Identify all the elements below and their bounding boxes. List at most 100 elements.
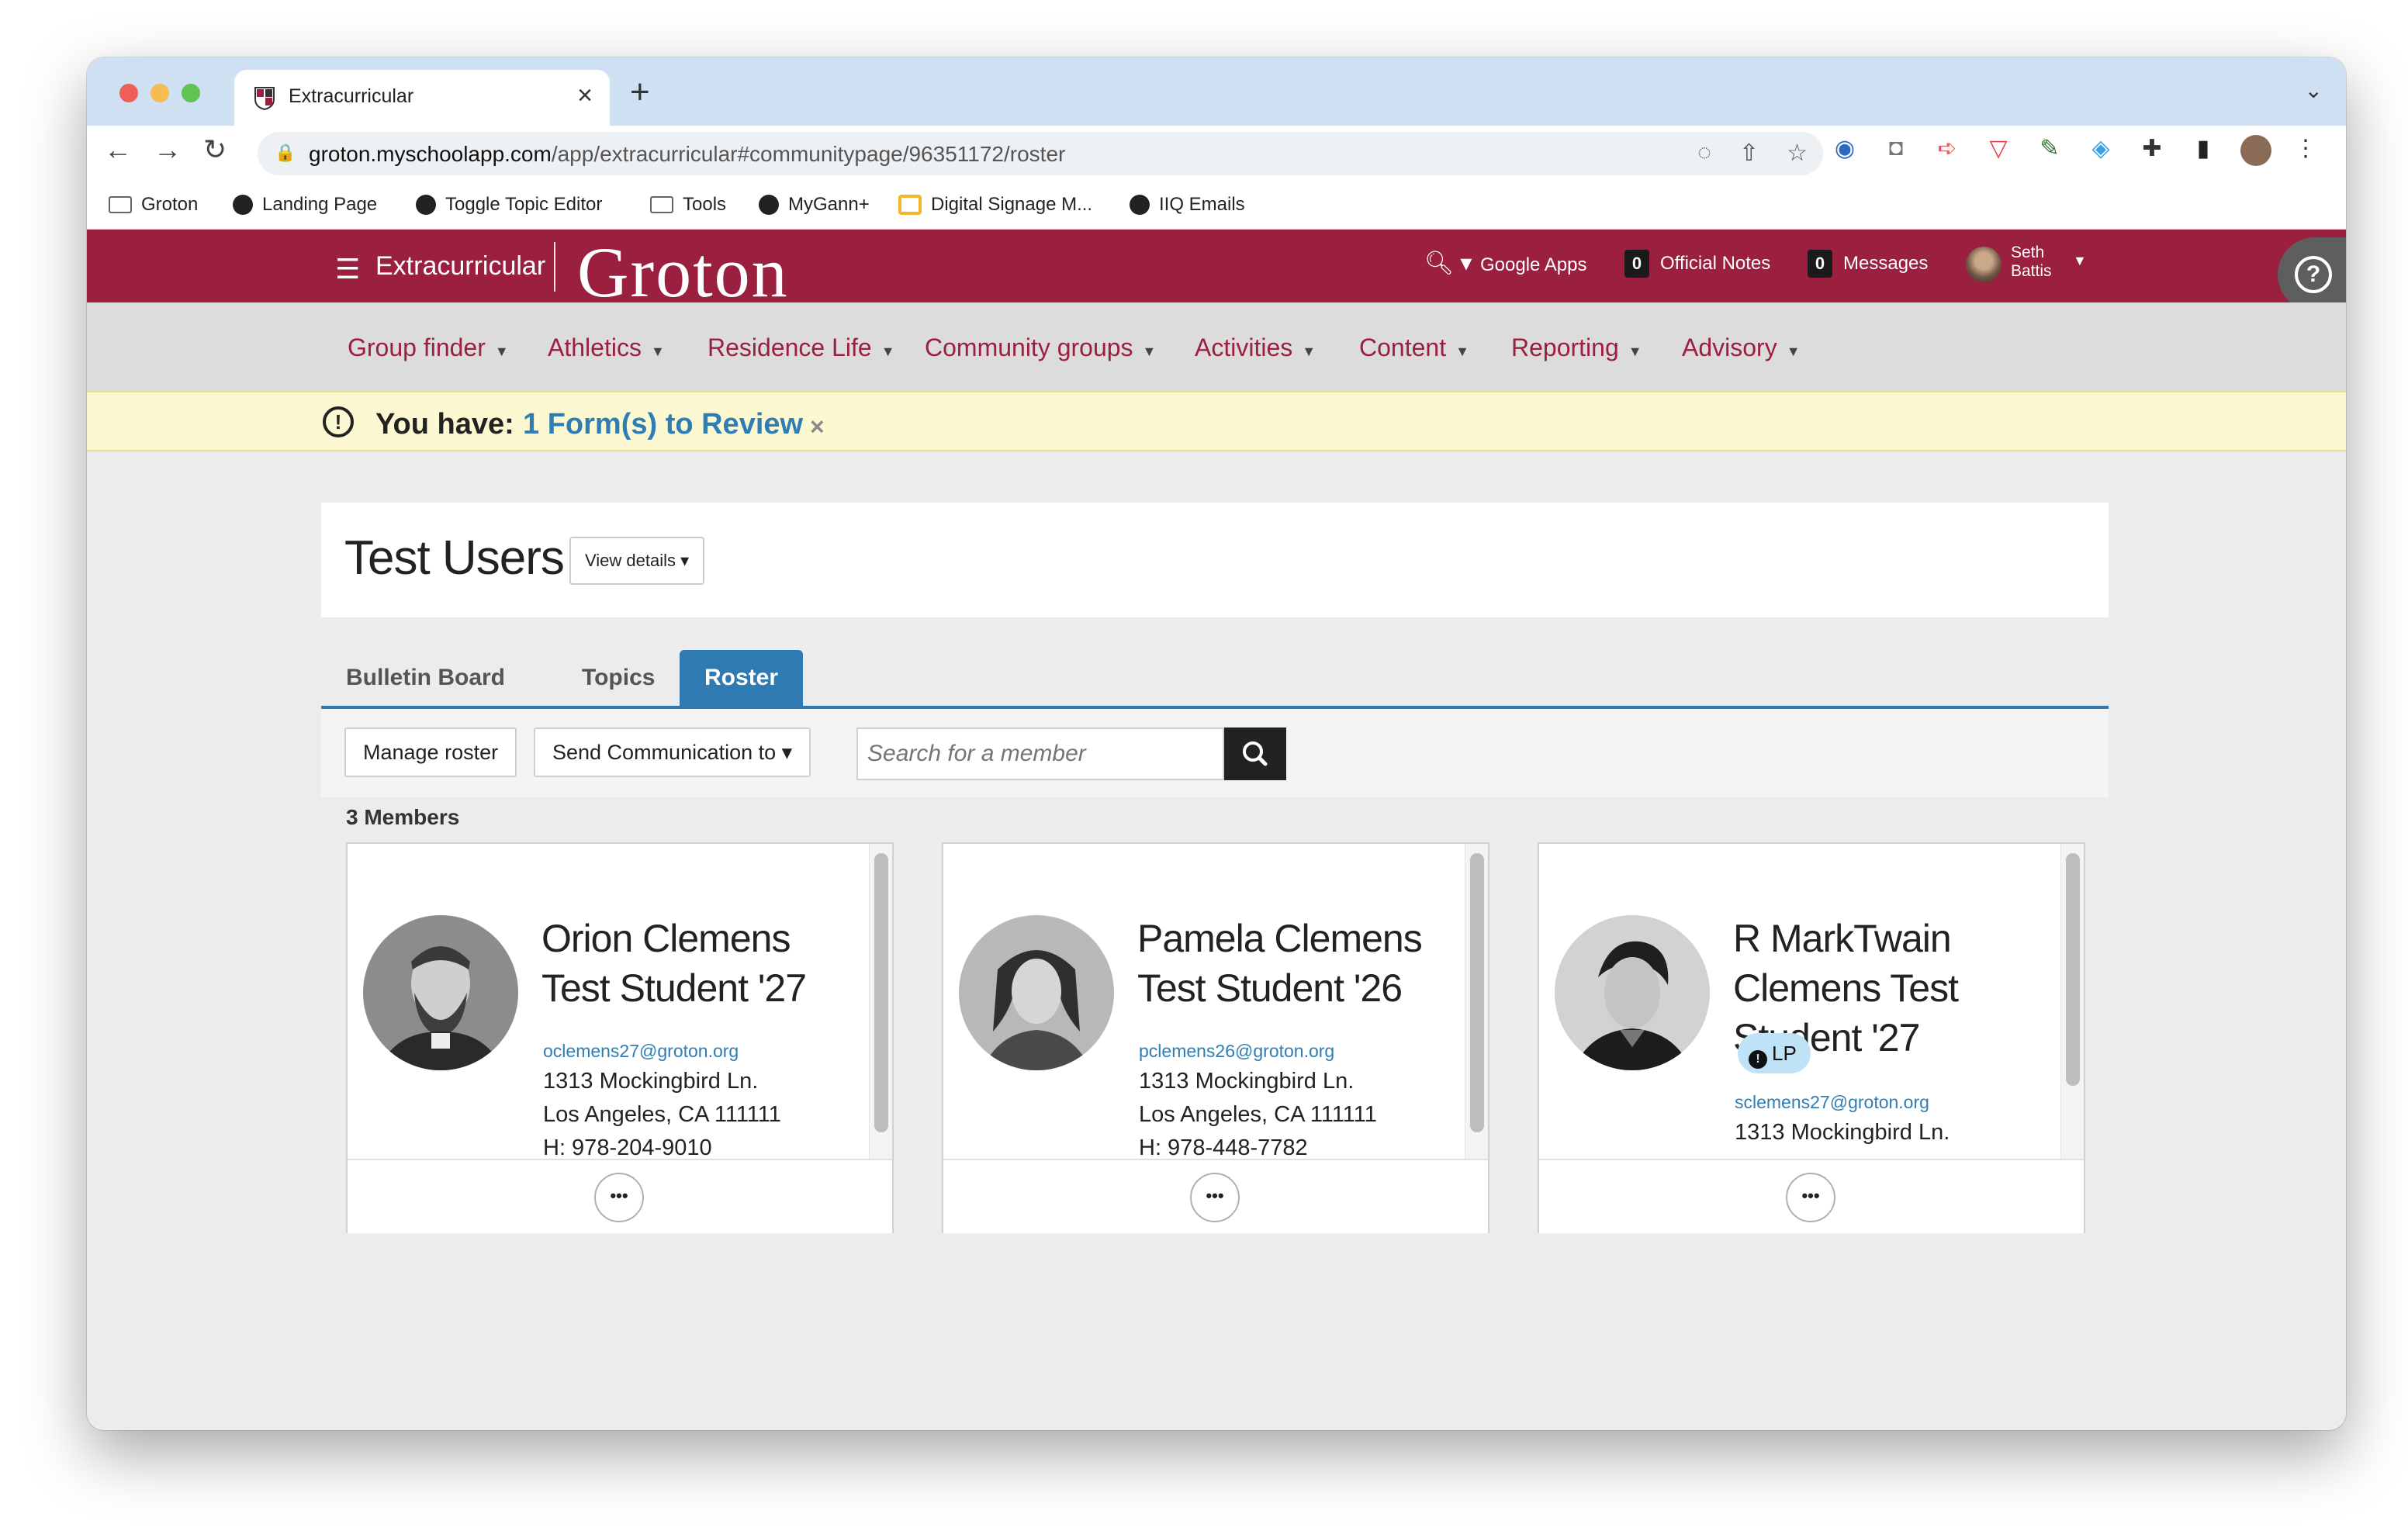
member-name[interactable]: Orion Clemens Test Student '27 bbox=[541, 914, 867, 1013]
scrollbar-thumb[interactable] bbox=[874, 853, 888, 1132]
exclamation-icon: ! bbox=[1749, 1050, 1767, 1069]
help-button[interactable]: ? bbox=[2278, 237, 2346, 312]
card-footer: ••• bbox=[1539, 1159, 2084, 1233]
scrollbar-thumb[interactable] bbox=[2066, 853, 2080, 1086]
user-avatar[interactable] bbox=[1966, 247, 2001, 282]
reload-icon[interactable]: ↻ bbox=[203, 133, 227, 166]
close-window-button[interactable] bbox=[119, 84, 138, 102]
more-options-button[interactable]: ••• bbox=[1786, 1173, 1835, 1222]
slides-icon bbox=[898, 195, 922, 215]
member-email[interactable]: pclemens26@groton.org bbox=[1139, 1041, 1334, 1062]
member-address-line1: 1313 Mockingbird Ln. bbox=[543, 1069, 759, 1094]
view-details-button[interactable]: View details ▾ bbox=[569, 537, 705, 585]
school-logo[interactable]: Groton bbox=[577, 231, 789, 313]
app-name[interactable]: Extracurricular bbox=[375, 251, 545, 282]
forms-alert: ! You have: 1 Form(s) to Review × bbox=[87, 391, 2346, 451]
search-icon[interactable]: 🔍︎ ▾ bbox=[1424, 250, 1472, 277]
tab-bulletin-board[interactable]: Bulletin Board bbox=[321, 650, 530, 706]
tab-topics[interactable]: Topics bbox=[557, 650, 680, 706]
bookmark-mygann[interactable]: MyGann+ bbox=[759, 194, 870, 216]
send-communication-button[interactable]: Send Communication to ▾ bbox=[534, 727, 811, 777]
new-tab-icon[interactable]: + bbox=[630, 73, 650, 112]
nav-residence-life[interactable]: Residence Life ▼ bbox=[708, 334, 895, 362]
card-scrollbar[interactable] bbox=[2060, 844, 2084, 1159]
bookmark-tools[interactable]: Tools bbox=[650, 194, 726, 216]
address-bar[interactable]: 🔒 groton.myschoolapp.com/app/extracurric… bbox=[258, 132, 1823, 175]
dismiss-alert-icon[interactable]: × bbox=[810, 413, 825, 441]
card-scrollbar[interactable] bbox=[869, 844, 892, 1159]
nav-activities[interactable]: Activities ▼ bbox=[1195, 334, 1316, 362]
member-photo[interactable] bbox=[1555, 915, 1710, 1070]
official-notes-link[interactable]: 0 Official Notes bbox=[1624, 250, 1770, 278]
hamburger-menu-icon[interactable]: ☰ bbox=[335, 253, 360, 285]
tab-roster[interactable]: Roster bbox=[680, 650, 804, 706]
back-arrow-icon[interactable]: ← bbox=[104, 133, 132, 166]
extension-pocket-icon[interactable]: ▽ bbox=[1984, 135, 2012, 172]
extensions-puzzle-icon[interactable]: ✚ bbox=[2138, 135, 2166, 172]
browser-menu-icon[interactable]: ⋮ bbox=[2292, 135, 2320, 172]
card-scrollbar[interactable] bbox=[1465, 844, 1488, 1159]
tab-search-chevron-icon[interactable]: ⌄ bbox=[2305, 78, 2323, 103]
caret-down-icon: ▼ bbox=[1142, 344, 1157, 359]
nav-content[interactable]: Content ▼ bbox=[1359, 334, 1469, 362]
member-email[interactable]: sclemens27@groton.org bbox=[1735, 1092, 1929, 1113]
nav-group-finder[interactable]: Group finder ▼ bbox=[348, 334, 509, 362]
question-circle-icon: ? bbox=[2295, 256, 2332, 293]
globe-icon bbox=[416, 195, 436, 215]
url-text: groton.myschoolapp.com/app/extracurricul… bbox=[309, 142, 1066, 166]
exclamation-circle-icon: ! bbox=[323, 406, 354, 437]
notes-count-badge: 0 bbox=[1624, 250, 1649, 278]
minimize-window-button[interactable] bbox=[150, 84, 169, 102]
member-photo[interactable] bbox=[959, 915, 1114, 1070]
close-tab-icon[interactable]: × bbox=[577, 81, 593, 111]
more-options-button[interactable]: ••• bbox=[594, 1173, 644, 1222]
caret-down-icon[interactable]: ▼ bbox=[2073, 253, 2087, 269]
nav-community-groups[interactable]: Community groups ▼ bbox=[925, 334, 1156, 362]
browser-tab[interactable]: Extracurricular × bbox=[234, 70, 610, 126]
bookmark-star-icon[interactable]: ☆ bbox=[1787, 140, 1808, 167]
member-address-line2: Los Angeles, CA 111111 bbox=[1139, 1102, 1377, 1127]
tab-strip: Extracurricular × + ⌄ bbox=[87, 57, 2346, 126]
forward-arrow-icon[interactable]: → bbox=[154, 133, 182, 166]
user-menu[interactable]: Seth Battis bbox=[2011, 244, 2052, 281]
folder-icon bbox=[109, 196, 132, 213]
member-email[interactable]: oclemens27@groton.org bbox=[543, 1041, 739, 1062]
more-options-button[interactable]: ••• bbox=[1190, 1173, 1240, 1222]
share-icon[interactable]: ⇧ bbox=[1739, 140, 1759, 167]
bookmark-iiq-emails[interactable]: IIQ Emails bbox=[1130, 194, 1245, 216]
member-name[interactable]: Pamela Clemens Test Student '26 bbox=[1137, 914, 1463, 1013]
nav-reporting[interactable]: Reporting ▼ bbox=[1511, 334, 1642, 362]
bookmarks-bar: Groton Landing Page Toggle Topic Editor … bbox=[87, 180, 2346, 230]
side-panel-icon[interactable]: ▮ bbox=[2189, 135, 2217, 172]
member-search-input[interactable] bbox=[856, 727, 1224, 780]
lp-badge[interactable]: ! LP bbox=[1738, 1033, 1811, 1073]
page-header: Test Users View details ▾ bbox=[321, 503, 2109, 617]
extension-1password-icon[interactable]: ◉ bbox=[1831, 135, 1859, 172]
globe-icon bbox=[1130, 195, 1150, 215]
member-photo[interactable] bbox=[363, 915, 518, 1070]
bookmark-landing-page[interactable]: Landing Page bbox=[233, 194, 377, 216]
nav-athletics[interactable]: Athletics ▼ bbox=[548, 334, 665, 362]
card-footer: ••• bbox=[348, 1159, 892, 1233]
extension-pen-icon[interactable]: ✎ bbox=[2036, 135, 2064, 172]
bookmark-groton[interactable]: Groton bbox=[109, 194, 198, 216]
search-button[interactable] bbox=[1224, 727, 1286, 780]
zoom-window-button[interactable] bbox=[182, 84, 200, 102]
manage-roster-button[interactable]: Manage roster bbox=[344, 727, 517, 777]
nav-advisory[interactable]: Advisory ▼ bbox=[1682, 334, 1801, 362]
extension-camera-icon[interactable]: ◘ bbox=[1882, 135, 1910, 172]
member-address-line2: Los Angeles, CA 111111 bbox=[543, 1102, 781, 1127]
extension-diamond-icon[interactable]: ◈ bbox=[2087, 135, 2115, 172]
forms-to-review-link[interactable]: 1 Form(s) to Review bbox=[523, 408, 803, 441]
extension-arrow-icon[interactable]: ➪ bbox=[1933, 135, 1961, 172]
bookmark-digital-signage[interactable]: Digital Signage M... bbox=[898, 194, 1092, 216]
caret-down-icon: ▼ bbox=[1628, 344, 1642, 359]
google-apps-link[interactable]: Google Apps bbox=[1480, 254, 1586, 276]
sub-navigation: Group finder ▼ Athletics ▼ Residence Life ▼… bbox=[87, 302, 2346, 391]
eye-slash-icon[interactable]: ◌ bbox=[1697, 140, 1711, 167]
messages-link[interactable]: 0 Messages bbox=[1808, 250, 1928, 278]
bookmark-toggle-topic-editor[interactable]: Toggle Topic Editor bbox=[416, 194, 602, 216]
profile-avatar[interactable] bbox=[2240, 135, 2271, 172]
caret-down-icon: ▼ bbox=[1786, 344, 1801, 359]
scrollbar-thumb[interactable] bbox=[1470, 853, 1484, 1132]
